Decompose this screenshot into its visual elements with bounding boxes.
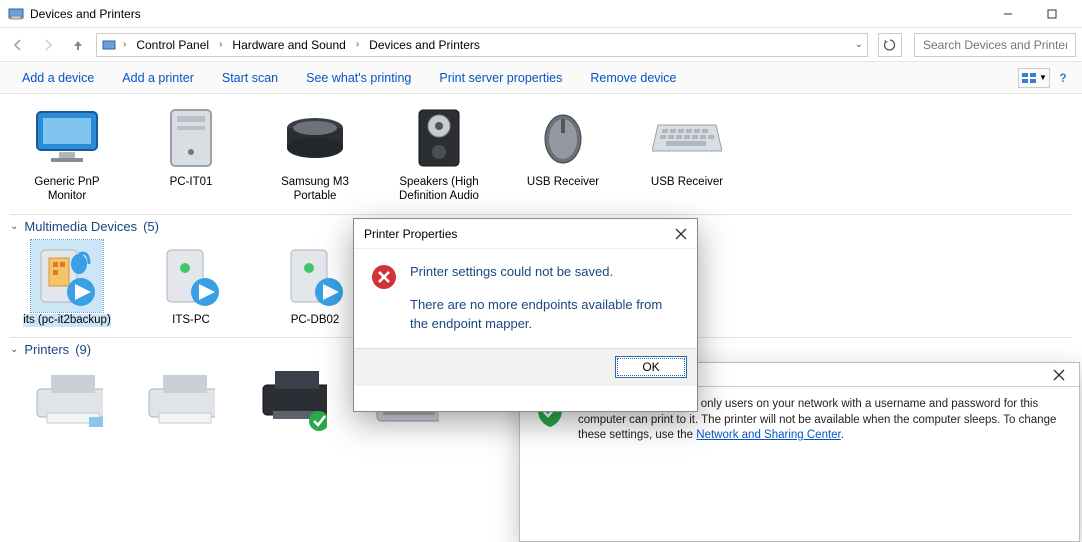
device-speakers[interactable]: Speakers (High Definition Audio [394,102,484,204]
window-title-bar: Devices and Printers [0,0,1082,28]
window-title: Devices and Printers [30,7,141,21]
pc-icon [155,102,227,174]
breadcrumb-hardware[interactable]: Hardware and Sound [228,38,349,52]
breadcrumb-sep: › [352,39,363,50]
add-printer-button[interactable]: Add a printer [108,62,208,94]
maximize-button[interactable] [1030,0,1074,28]
group-label: Multimedia Devices [24,219,137,234]
media-server-icon [279,240,351,312]
group-count: (5) [143,219,159,234]
device-label: Speakers (High Definition Audio [394,176,484,204]
printer-properties-dialog: Printer Properties Printer settings coul… [353,218,698,412]
help-button[interactable]: ? [1052,68,1074,88]
chevron-down-icon: ⌄ [10,221,18,232]
search-input[interactable] [921,37,1069,53]
device-label: Generic PnP Monitor [22,176,112,204]
device-label: Samsung M3 Portable [270,176,360,204]
breadcrumb-control-panel[interactable]: Control Panel [132,38,213,52]
remove-device-button[interactable]: Remove device [576,62,690,94]
device-label: PC-DB02 [291,314,340,328]
view-mode-button[interactable]: ▼ [1018,68,1050,88]
device-label: USB Receiver [527,176,599,190]
breadcrumb-devices[interactable]: Devices and Printers [365,38,484,52]
device-hdd[interactable]: Samsung M3 Portable [270,102,360,204]
error-icon [370,263,398,334]
dialog-title-bar[interactable]: Printer Properties [354,219,697,249]
media-server-its[interactable]: its (pc-it2backup) [22,240,112,328]
media-server-icon [155,240,227,312]
ok-button[interactable]: OK [615,356,687,378]
nav-row: › Control Panel › Hardware and Sound › D… [0,28,1082,62]
device-label: ITS-PC [172,314,210,328]
breadcrumb-sep: › [215,39,226,50]
media-server-icon [31,240,103,312]
printer-item-default[interactable] [246,363,336,435]
media-server-pcdb02[interactable]: PC-DB02 [270,240,360,328]
device-mouse-receiver[interactable]: USB Receiver [518,102,608,204]
group-count: (9) [75,342,91,357]
close-button[interactable] [675,228,687,240]
breadcrumb-icon [101,37,117,53]
device-label: USB Receiver [651,176,723,190]
devices-row: Generic PnP Monitor PC-IT01 Samsung M3 P… [10,98,1072,208]
close-icon[interactable] [1039,363,1079,386]
printer-icon [255,363,327,435]
breadcrumb-sep: › [119,39,130,50]
address-bar[interactable]: › Control Panel › Hardware and Sound › D… [96,33,868,57]
dialog-title: Printer Properties [364,227,457,241]
back-button[interactable] [6,33,30,57]
search-box[interactable] [914,33,1076,57]
device-monitor[interactable]: Generic PnP Monitor [22,102,112,204]
monitor-icon [31,102,103,174]
refresh-button[interactable] [878,33,902,57]
error-heading: Printer settings could not be saved. [410,263,681,282]
hdd-icon [279,102,351,174]
breadcrumb-dropdown-icon[interactable]: ⌄ [855,39,863,50]
speaker-icon [403,102,475,174]
printer-icon [31,363,103,435]
printer-item[interactable] [22,363,112,435]
device-label: PC-IT01 [170,176,213,190]
group-label: Printers [24,342,69,357]
keyboard-icon [651,102,723,174]
printer-icon [143,363,215,435]
error-body: There are no more endpoints available fr… [410,296,681,334]
device-pc[interactable]: PC-IT01 [146,102,236,204]
start-scan-button[interactable]: Start scan [208,62,292,94]
see-printing-button[interactable]: See what's printing [292,62,425,94]
print-server-button[interactable]: Print server properties [425,62,576,94]
network-sharing-link[interactable]: Network and Sharing Center [696,429,840,441]
device-label: its (pc-it2backup) [23,314,111,328]
toolbar: Add a device Add a printer Start scan Se… [0,62,1082,94]
minimize-button[interactable] [986,0,1030,28]
media-server-itspc[interactable]: ITS-PC [146,240,236,328]
add-device-button[interactable]: Add a device [8,62,108,94]
mouse-icon [527,102,599,174]
forward-button[interactable] [36,33,60,57]
window-icon [8,6,24,22]
up-button[interactable] [66,33,90,57]
chevron-down-icon: ⌄ [10,344,18,355]
printer-item[interactable] [134,363,224,435]
device-keyboard-receiver[interactable]: USB Receiver [642,102,732,204]
